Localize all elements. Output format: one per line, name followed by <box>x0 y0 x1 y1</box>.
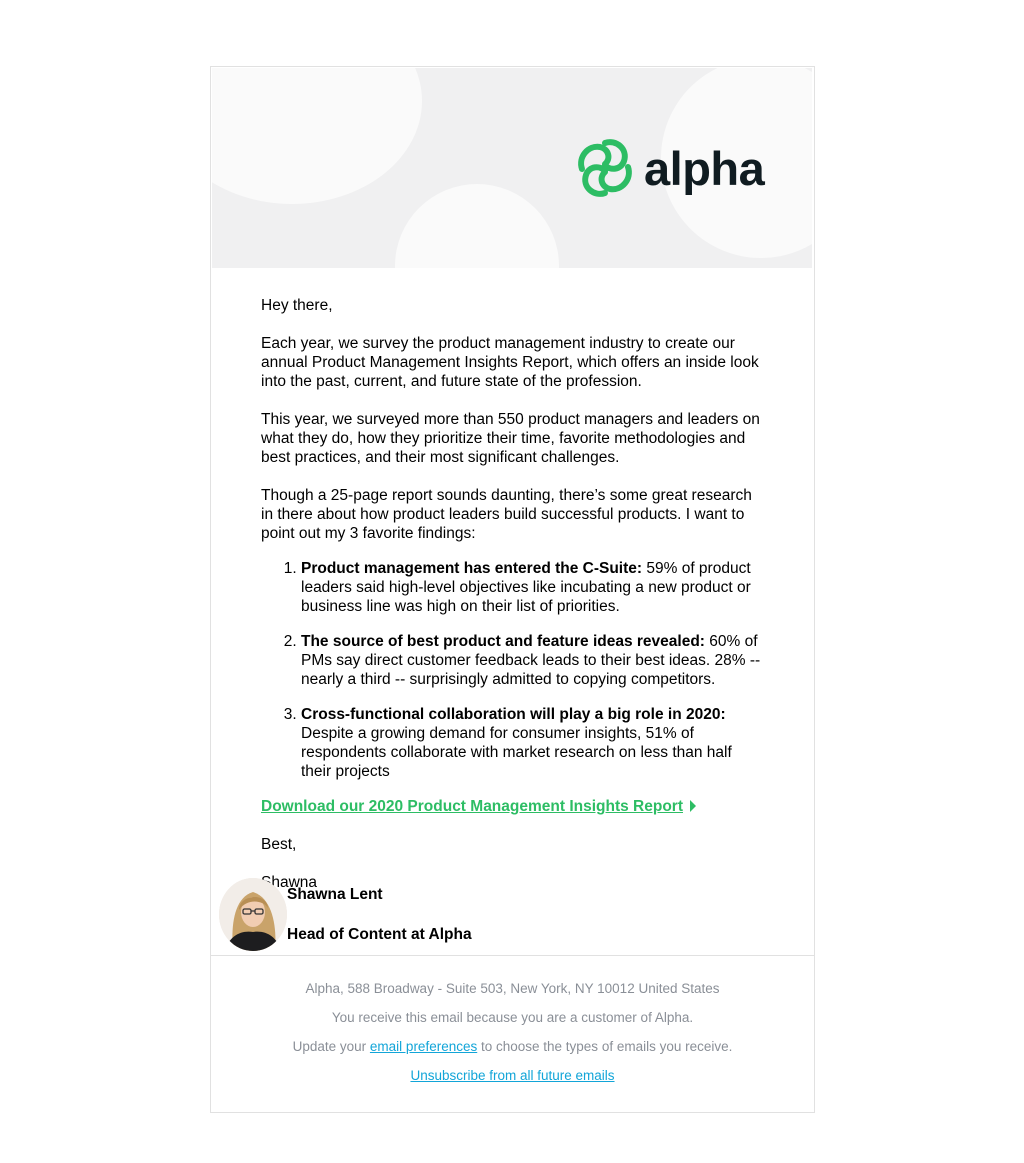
email-header-banner: alpha <box>212 68 812 268</box>
list-item: The source of best product and feature i… <box>301 632 766 689</box>
footer-preferences: Update your email preferences to choose … <box>211 1037 814 1057</box>
unsubscribe-link[interactable]: Unsubscribe from all future emails <box>410 1068 614 1083</box>
signature-title: Head of Content at Alpha <box>287 926 472 943</box>
alpha-swirl-logo-icon <box>578 139 632 197</box>
decorative-circle <box>395 184 559 268</box>
list-item: Product management has entered the C-Sui… <box>301 559 766 616</box>
paragraph-2: This year, we surveyed more than 550 pro… <box>261 411 760 466</box>
download-report-link[interactable]: Download our 2020 Product Management Ins… <box>261 797 683 816</box>
email-body: Hey there, Each year, we survey the prod… <box>261 296 766 911</box>
footer-address: Alpha, 588 Broadway - Suite 503, New Yor… <box>305 981 720 996</box>
alpha-logo: alpha <box>574 135 765 201</box>
finding-text: Despite a growing demand for consumer in… <box>301 725 732 780</box>
logo-wordmark: alpha <box>644 141 765 195</box>
email-card: alpha Hey there, Each year, we survey th… <box>210 66 815 1113</box>
finding-title: The source of best product and feature i… <box>301 633 705 650</box>
footer-reason: You receive this email because you are a… <box>331 1010 694 1025</box>
avatar-portrait <box>219 878 287 951</box>
list-item: Cross-functional collaboration will play… <box>301 705 766 781</box>
findings-list: Product management has entered the C-Sui… <box>261 559 766 781</box>
cta-label: Download our 2020 Product Management Ins… <box>261 798 683 815</box>
greeting: Hey there, <box>261 297 333 314</box>
signature-name: Shawna Lent <box>287 886 383 903</box>
paragraph-3: Though a 25-page report sounds daunting,… <box>261 487 752 542</box>
decorative-circle <box>212 68 422 204</box>
paragraph-1: Each year, we survey the product managem… <box>261 335 759 390</box>
caret-right-icon <box>690 800 696 812</box>
prefs-suffix: to choose the types of emails you receiv… <box>477 1039 733 1054</box>
email-signature: Shawna Lent Head of Content at Alpha <box>219 878 799 953</box>
footer-divider <box>211 955 814 956</box>
email-footer: Alpha, 588 Broadway - Suite 503, New Yor… <box>211 979 814 1095</box>
finding-title: Cross-functional collaboration will play… <box>301 706 726 723</box>
prefs-prefix: Update your <box>292 1039 370 1054</box>
email-preferences-link[interactable]: email preferences <box>370 1039 477 1054</box>
finding-title: Product management has entered the C-Sui… <box>301 560 643 577</box>
signoff: Best, <box>261 836 297 853</box>
avatar <box>219 878 287 951</box>
